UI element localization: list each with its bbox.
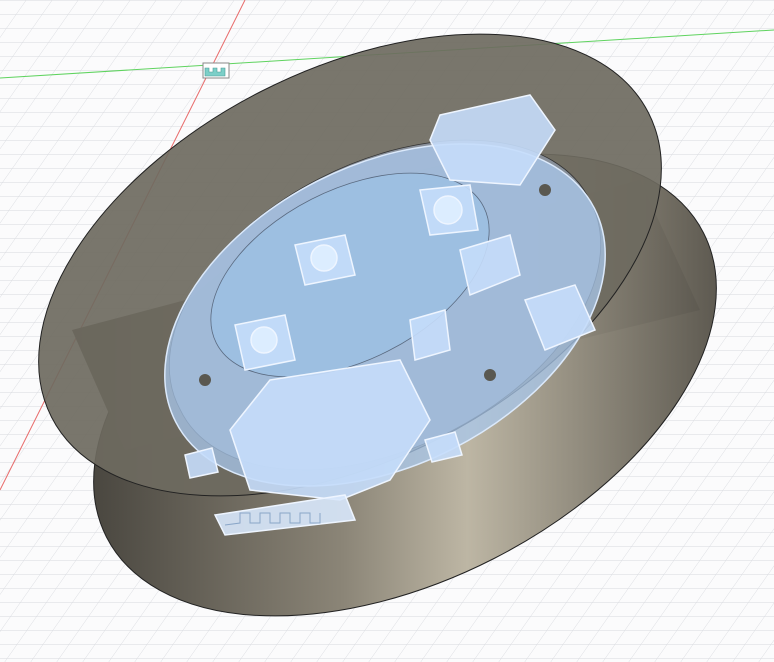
3d-viewport[interactable]	[0, 0, 774, 662]
model-canvas[interactable]	[0, 0, 774, 662]
mount-hole	[199, 374, 211, 386]
origin-marker-icon[interactable]	[202, 62, 230, 79]
mount-hole	[539, 184, 551, 196]
mount-hole	[484, 369, 496, 381]
